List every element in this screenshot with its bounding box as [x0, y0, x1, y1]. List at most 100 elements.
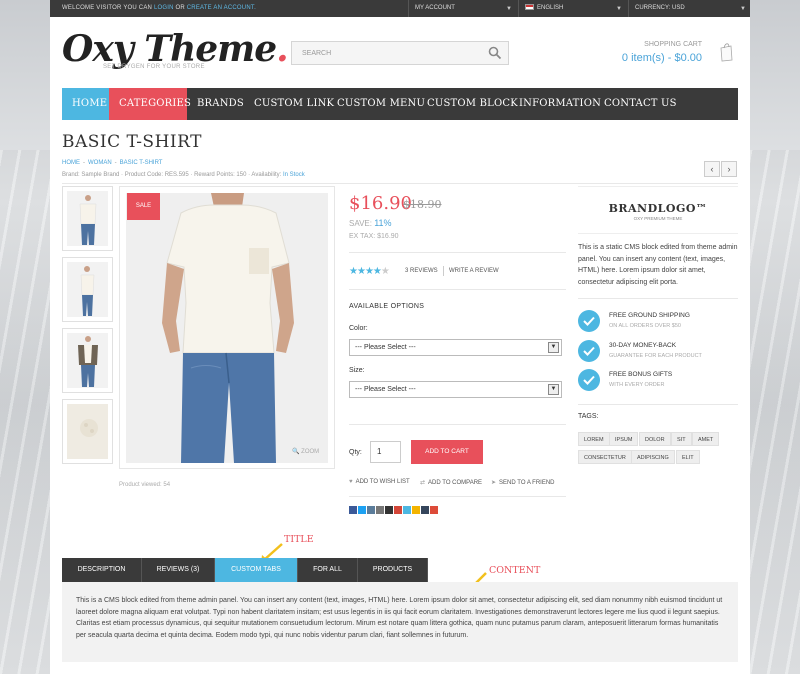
search-input[interactable]: SEARCH [291, 41, 509, 65]
tumblr-icon[interactable] [421, 506, 429, 514]
chevron-right-icon: › [727, 164, 731, 174]
prev-product-button[interactable]: ‹ [704, 161, 720, 177]
send-friend-link[interactable]: ➤ SEND TO A FRIEND [491, 479, 555, 486]
tab-reviews[interactable]: REVIEWS (3) [142, 558, 215, 582]
search-icon[interactable] [488, 46, 502, 60]
tab-label: REVIEWS (3) [156, 566, 200, 573]
thumbnail-3[interactable] [62, 328, 113, 393]
nav-home[interactable]: HOME [62, 88, 109, 120]
print-icon[interactable] [385, 506, 393, 514]
wishlist-label: ADD TO WISH LIST [355, 479, 410, 485]
tab-for-all[interactable]: FOR ALL [298, 558, 358, 582]
tag[interactable]: AMET [692, 432, 720, 446]
tag[interactable]: ELIT [676, 450, 700, 464]
qty-input[interactable]: 1 [370, 441, 401, 463]
size-select-value: --- Please Select --- [355, 386, 416, 393]
thumbnail-1[interactable] [62, 186, 113, 251]
breadcrumb-current[interactable]: BASIC T-SHIRT [120, 160, 163, 166]
welcome-text: WELCOME VISITOR YOU CAN LOGIN OR CREATE … [62, 5, 256, 11]
star-icon: ★ [372, 266, 382, 277]
tab-custom-tabs[interactable]: CUSTOM TABS [215, 558, 298, 582]
divider [443, 266, 444, 276]
nav-label: CUSTOM BLOCK [427, 98, 518, 109]
nav-label: CUSTOM LINK [254, 98, 335, 109]
breadcrumb-separator: - [83, 160, 85, 166]
send-icon: ➤ [491, 480, 497, 486]
gmail-icon[interactable] [394, 506, 402, 514]
delicious-icon[interactable] [403, 506, 411, 514]
tab-label: CUSTOM TABS [231, 566, 281, 573]
facebook-icon[interactable] [349, 506, 357, 514]
callout-content: CONTENT [489, 565, 541, 576]
ex-tax-price: EX TAX: $16.90 [349, 233, 399, 240]
check-icon [578, 340, 600, 362]
next-product-button[interactable]: › [721, 161, 737, 177]
welcome-or: OR [175, 5, 185, 11]
tab-products[interactable]: PRODUCTS [358, 558, 428, 582]
tag[interactable]: LOREM [578, 432, 610, 446]
tag[interactable]: IPSUM [609, 432, 639, 446]
save-label: SAVE: [349, 219, 372, 228]
thumbnail-4[interactable] [62, 399, 113, 464]
twitter-icon[interactable] [358, 506, 366, 514]
add-to-cart-button[interactable]: ADD TO CART [411, 440, 483, 464]
compare-icon: ⇄ [420, 480, 426, 486]
login-link[interactable]: LOGIN [154, 5, 174, 11]
shopping-bag-icon[interactable] [719, 42, 733, 62]
tag[interactable]: SIT [671, 432, 692, 446]
page-title: BASIC T-SHIRT [62, 132, 202, 152]
tab-content: This is a CMS block edited from theme ad… [62, 582, 738, 662]
tab-label: DESCRIPTION [77, 566, 126, 573]
language-dropdown[interactable]: ENGLISH [518, 0, 628, 17]
size-select[interactable]: --- Please Select --- ▼ [349, 381, 562, 398]
create-account-link[interactable]: CREATE AN ACCOUNT. [187, 5, 256, 11]
welcome-prefix: WELCOME VISITOR YOU CAN [62, 5, 153, 11]
tag[interactable]: ADIPISCING [631, 450, 675, 464]
tagline: SET DRYGEN FOR YOUR STORE [103, 64, 205, 70]
jacket-thumb [78, 336, 98, 387]
main-product-image[interactable] [119, 186, 335, 469]
divider [349, 289, 566, 290]
fabric-detail-thumb [80, 419, 98, 437]
reviews-link[interactable]: 3 REVIEWS [405, 268, 438, 274]
meta-text: Brand: Sample Brand · Product Code: RES.… [62, 172, 282, 178]
divider [349, 252, 566, 253]
main-nav: HOME CATEGORIES BRANDS CUSTOM LINK CUSTO… [62, 88, 738, 120]
cms-block-text: This is a static CMS block edited from t… [578, 244, 738, 286]
tab-description[interactable]: DESCRIPTION [62, 558, 142, 582]
nav-label: CATEGORIES [119, 98, 192, 109]
brand-logo-box[interactable]: BRANDLOGO™ OXY PREMIUM THEME [578, 186, 738, 234]
breadcrumb-home[interactable]: HOME [62, 160, 80, 166]
compare-link[interactable]: ⇄ ADD TO COMPARE [420, 479, 482, 486]
nav-categories[interactable]: CATEGORIES [109, 88, 191, 120]
chevron-down-icon: ▼ [548, 342, 559, 353]
zoom-button[interactable]: 🔍 ZOOM [292, 448, 319, 455]
breadcrumb: HOME - WOMAN - BASIC T-SHIRT [62, 160, 162, 166]
availability-status: In Stock [283, 172, 305, 178]
email-icon[interactable] [376, 506, 384, 514]
logo-dot: . [276, 28, 289, 70]
breadcrumb-woman[interactable]: WOMAN [88, 160, 112, 166]
plus-icon[interactable] [430, 506, 438, 514]
tag[interactable]: DOLOR [639, 432, 671, 446]
product-meta: Brand: Sample Brand · Product Code: RES.… [62, 172, 305, 178]
product-viewed-count: Product viewed: 54 [119, 482, 171, 488]
my-account-dropdown[interactable]: MY ACCOUNT [408, 0, 520, 17]
star-share-icon[interactable] [412, 506, 420, 514]
nav-contact-us[interactable]: CONTACT US [594, 88, 687, 120]
wishlist-link[interactable]: ♥ ADD TO WISH LIST [349, 479, 410, 485]
top-bar: WELCOME VISITOR YOU CAN LOGIN OR CREATE … [50, 0, 750, 17]
heart-icon: ♥ [349, 479, 353, 485]
currency-label: CURRENCY: USD [635, 5, 685, 11]
thumbnail-2[interactable] [62, 257, 113, 322]
tab-label: FOR ALL [313, 566, 342, 573]
check-icon [578, 369, 600, 391]
share-icon[interactable] [367, 506, 375, 514]
send-friend-label: SEND TO A FRIEND [499, 480, 555, 486]
cart-summary[interactable]: 0 item(s) - $0.00 [612, 52, 702, 64]
write-review-link[interactable]: WRITE A REVIEW [449, 268, 499, 274]
currency-dropdown[interactable]: CURRENCY: USD [628, 0, 738, 17]
star-icon: ★ [364, 266, 374, 277]
color-select[interactable]: --- Please Select --- ▼ [349, 339, 562, 356]
tag[interactable]: CONSECTETUR [578, 450, 632, 464]
